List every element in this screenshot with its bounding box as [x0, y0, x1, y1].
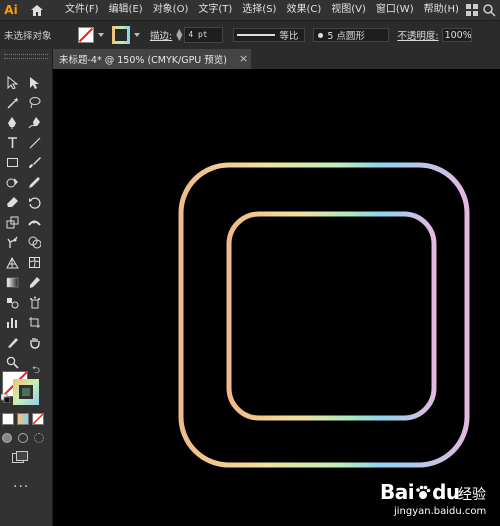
menu-help[interactable]: 帮助(H)	[419, 0, 464, 20]
chevron-down-icon[interactable]	[134, 33, 140, 37]
shaper-tool-icon[interactable]	[3, 173, 21, 191]
artboard-canvas[interactable]	[53, 69, 500, 526]
brush-definition-label: 5 点圆形	[327, 31, 365, 42]
menu-view[interactable]: 视图(V)	[326, 0, 371, 20]
color-mode-button[interactable]	[2, 413, 14, 425]
color-mode-row	[2, 413, 44, 425]
menu-items: 文件(F) 编辑(E) 对象(O) 文字(T) 选择(S) 效果(C) 视图(V…	[60, 0, 464, 20]
stroke-color-swatch[interactable]	[112, 26, 130, 44]
width-tool-icon[interactable]	[25, 213, 43, 231]
selection-tool-icon[interactable]	[3, 73, 21, 91]
stroke-profile-select[interactable]: 等比	[233, 28, 306, 42]
magic-wand-tool-icon[interactable]	[3, 93, 21, 111]
mesh-tool-icon[interactable]	[25, 253, 43, 271]
rectangle-tool-icon[interactable]	[3, 153, 21, 171]
stroke-indicator[interactable]	[13, 379, 39, 405]
opacity-label[interactable]: 不透明度:	[397, 28, 438, 42]
gradient-tool-icon[interactable]	[3, 273, 21, 291]
tools-panel: ⮌ ...	[0, 49, 53, 526]
paintbrush-tool-icon[interactable]	[25, 153, 43, 171]
gradient-mode-button[interactable]	[17, 413, 29, 425]
swap-fill-stroke-icon[interactable]: ⮌	[32, 363, 40, 380]
paw-icon	[415, 482, 431, 499]
illustrator-logo: Ai	[4, 3, 18, 17]
inner-rounded-rectangle[interactable]	[226, 211, 437, 421]
watermark-product: 经验	[458, 487, 486, 503]
stroke-weight-field[interactable]: 4 pt	[184, 27, 224, 43]
default-colors-icon[interactable]	[0, 393, 11, 404]
menu-edit[interactable]: 编辑(E)	[104, 0, 148, 20]
direct-selection-tool-icon[interactable]	[25, 73, 43, 91]
line-tool-icon[interactable]	[25, 133, 43, 151]
draw-behind-icon[interactable]	[18, 433, 28, 443]
opacity-field[interactable]: 100%	[441, 28, 472, 42]
search-icon[interactable]	[482, 3, 496, 17]
symbol-sprayer-tool-icon[interactable]	[25, 293, 43, 311]
type-tool-icon[interactable]	[3, 133, 21, 151]
watermark-url: jingyan.baidu.com	[394, 506, 487, 517]
fill-color-swatch[interactable]	[78, 27, 94, 43]
hand-tool-icon[interactable]	[25, 333, 43, 351]
scale-tool-icon[interactable]	[3, 213, 21, 231]
screen-mode-icon[interactable]	[12, 451, 28, 463]
stepper-arrows-icon[interactable]: ▲ ▼	[176, 28, 182, 42]
panel-grip[interactable]	[4, 54, 48, 59]
brush-dot-icon	[318, 32, 324, 38]
lasso-tool-icon[interactable]	[25, 93, 43, 111]
stroke-label[interactable]: 描边:	[150, 28, 172, 42]
perspective-grid-tool-icon[interactable]	[3, 253, 21, 271]
home-icon[interactable]	[26, 0, 48, 20]
selection-status: 未选择对象	[4, 31, 52, 42]
blend-tool-icon[interactable]	[3, 293, 21, 311]
menu-object[interactable]: 对象(O)	[148, 0, 194, 20]
control-bar: 未选择对象 描边: ▲ ▼ 4 pt 等比 5 点圆形 不透明度: 100%	[0, 20, 500, 50]
stroke-profile-label: 等比	[279, 31, 299, 42]
pencil-tool-icon[interactable]	[25, 173, 43, 191]
baidu-jingyan-watermark: Bai du 经验 jingyan.baidu.com	[372, 478, 498, 522]
zoom-tool-icon[interactable]	[3, 353, 21, 371]
shape-builder-tool-icon[interactable]	[25, 233, 43, 251]
slice-tool-icon[interactable]	[3, 333, 21, 351]
menu-effect[interactable]: 效果(C)	[281, 0, 326, 20]
profile-line-icon	[237, 34, 276, 36]
menu-type[interactable]: 文字(T)	[193, 0, 237, 20]
menu-window[interactable]: 窗口(W)	[371, 0, 419, 20]
menu-bar: Ai 文件(F) 编辑(E) 对象(O) 文字(T) 选择(S) 效果(C) 视…	[0, 0, 500, 20]
curvature-tool-icon[interactable]	[25, 113, 43, 131]
pen-tool-icon[interactable]	[3, 113, 21, 131]
none-mode-button[interactable]	[32, 413, 44, 425]
edit-toolbar-button[interactable]: ...	[13, 475, 29, 491]
document-tab-bar: 未标题-4* @ 150% (CMYK/GPU 预览) ×	[53, 49, 500, 69]
document-tab-title: 未标题-4* @ 150% (CMYK/GPU 预览)	[59, 55, 227, 66]
column-graph-tool-icon[interactable]	[3, 313, 21, 331]
draw-mode-row	[2, 433, 44, 443]
chevron-down-icon[interactable]	[98, 33, 104, 37]
artboard-tool-icon[interactable]	[25, 313, 43, 331]
draw-inside-icon[interactable]	[34, 433, 44, 443]
eyedropper-tool-icon[interactable]	[25, 273, 43, 291]
document-tab[interactable]: 未标题-4* @ 150% (CMYK/GPU 预览) ×	[53, 49, 251, 69]
draw-normal-icon[interactable]	[2, 433, 12, 443]
brush-definition-select[interactable]: 5 点圆形	[313, 28, 390, 42]
menu-file[interactable]: 文件(F)	[60, 0, 104, 20]
puppet-warp-tool-icon[interactable]	[3, 233, 21, 251]
rotate-tool-icon[interactable]	[25, 193, 43, 211]
watermark-brand: Bai du	[380, 480, 460, 504]
workspace-grid-icon[interactable]	[466, 4, 478, 16]
close-icon[interactable]: ×	[239, 52, 248, 65]
menu-select[interactable]: 选择(S)	[237, 0, 281, 20]
eraser-tool-icon[interactable]	[3, 193, 21, 211]
artwork	[178, 162, 470, 468]
